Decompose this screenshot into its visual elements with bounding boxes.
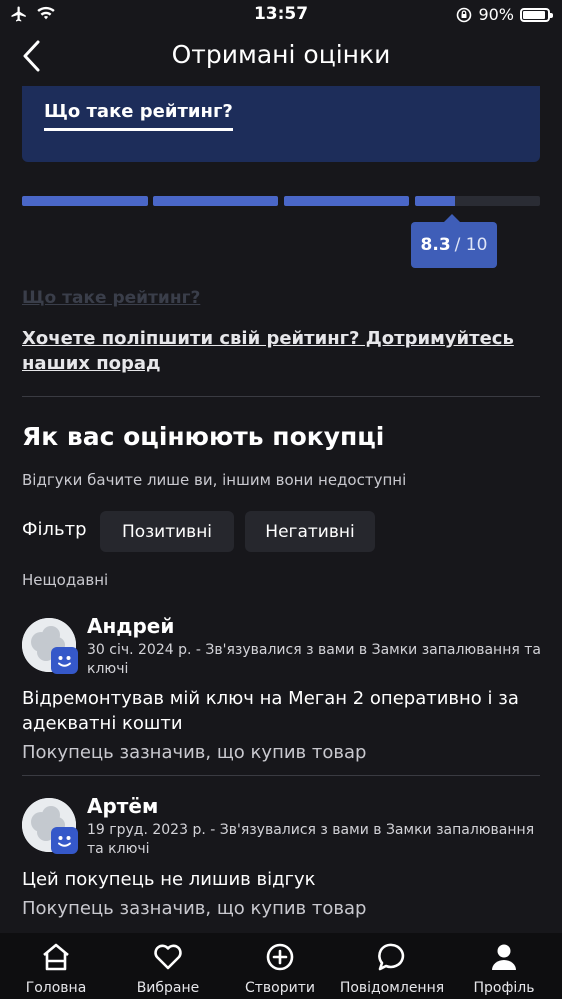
reviewer-name: Артём <box>87 794 159 818</box>
home-icon <box>43 943 69 971</box>
status-bar: 13:57 90% <box>0 0 562 30</box>
rating-score-tooltip: 8.3 / 10 <box>411 214 497 268</box>
divider <box>22 775 540 776</box>
review-meta: 19 груд. 2023 р. - Зв'язувалися з вами в… <box>87 822 535 857</box>
status-right: 90% <box>456 5 553 24</box>
what-is-rating-link-secondary[interactable]: Що таке рейтинг? <box>22 288 200 308</box>
nav-label: Профіль <box>473 980 535 996</box>
battery-percent: 90% <box>478 5 514 24</box>
recent-label: Нещодавні <box>22 571 109 589</box>
nav-favorites[interactable]: Вибране <box>112 933 224 999</box>
buyer-badge-icon <box>51 647 78 674</box>
avatar <box>22 798 78 854</box>
progress-segment <box>153 196 278 206</box>
progress-segment <box>415 196 540 206</box>
review-meta: 30 січ. 2024 р. - Зв'язувалися з вами в … <box>87 642 541 677</box>
section-subtitle: Відгуки бачите лише ви, іншим вони недос… <box>22 471 407 489</box>
rating-progress-bar <box>22 196 540 206</box>
review-text: Цей покупець не лишив відгук <box>22 869 316 890</box>
heart-icon <box>154 944 182 970</box>
bottom-nav: Головна Вибране Створити Повідомлення Пр… <box>0 933 562 999</box>
nav-label: Повідомлення <box>339 980 445 996</box>
chat-icon <box>378 943 405 971</box>
nav-label: Головна <box>25 980 87 996</box>
nav-profile[interactable]: Профіль <box>448 933 560 999</box>
section-title: Як вас оцінюють покупці <box>22 422 385 451</box>
progress-segment <box>22 196 148 206</box>
filter-positive-button[interactable]: Позитивні <box>100 511 234 552</box>
profile-icon <box>492 944 516 970</box>
review-purchase-note: Покупець зазначив, що купив товар <box>22 898 367 919</box>
review-purchase-note: Покупець зазначив, що купив товар <box>22 742 367 763</box>
nav-label: Вибране <box>136 980 200 996</box>
nav-create[interactable]: Створити <box>224 933 336 999</box>
reviewer-name: Андрей <box>87 614 175 638</box>
divider <box>22 396 540 397</box>
rating-score: 8.3 <box>420 235 451 255</box>
header: Отримані оцінки <box>0 30 562 82</box>
rotation-lock-icon <box>457 7 472 22</box>
improve-rating-link[interactable]: Хочете поліпшити свій рейтинг? Дотримуйт… <box>22 326 542 376</box>
page-title: Отримані оцінки <box>171 40 391 69</box>
info-card: Що таке рейтинг? <box>22 86 540 162</box>
review-text: Відремонтував мій ключ на Меган 2 операт… <box>22 688 519 734</box>
filter-label: Фільтр <box>22 519 87 540</box>
nav-messages[interactable]: Повідомлення <box>336 933 448 999</box>
filter-negative-button[interactable]: Негативні <box>245 511 375 552</box>
progress-segment <box>284 196 409 206</box>
nav-home[interactable]: Головна <box>0 933 112 999</box>
plus-circle-icon <box>266 943 294 971</box>
battery-icon <box>520 7 553 22</box>
nav-label: Створити <box>245 980 315 996</box>
buyer-badge-icon <box>51 827 78 854</box>
rating-max: / 10 <box>454 235 488 255</box>
avatar <box>22 618 78 674</box>
what-is-rating-link[interactable]: Що таке рейтинг? <box>44 101 233 131</box>
